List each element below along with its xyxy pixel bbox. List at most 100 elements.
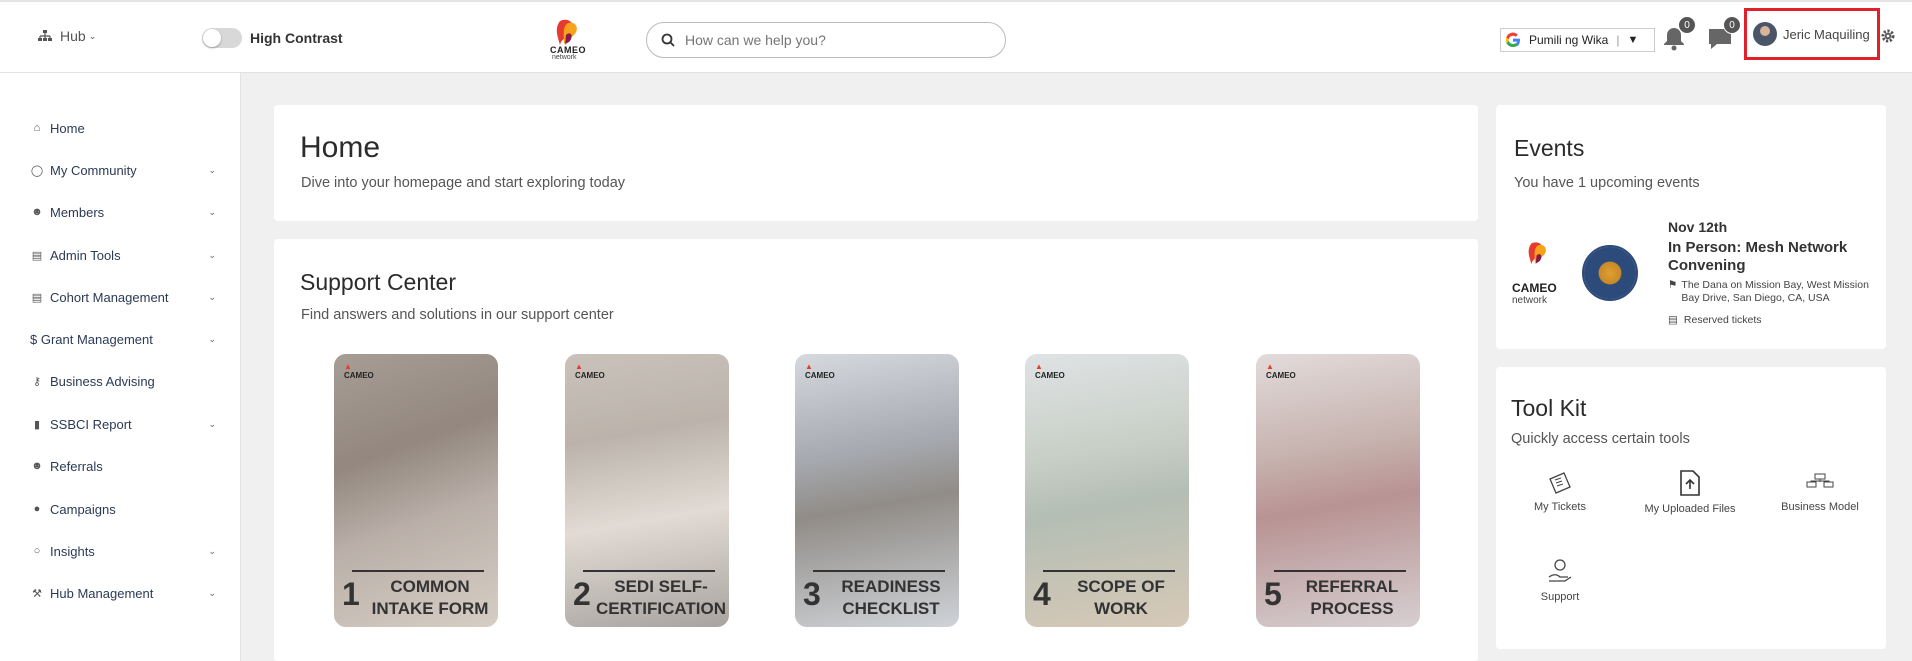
event-location: ⚑ The Dana on Mission Bay, West Mission …	[1668, 279, 1878, 305]
sidebar-item-label: Cohort Management	[50, 289, 169, 305]
admin-icon: ▤	[31, 249, 43, 262]
dropdown-arrow-icon: ▼	[1627, 34, 1639, 46]
event-logo-subtext: network	[1512, 295, 1548, 306]
sidebar-item-cohort-management[interactable]: ▤ Cohort Management ⌄	[30, 286, 216, 308]
home-icon: ⌂	[33, 122, 41, 134]
cameo-logo[interactable]: CAMEO network	[548, 17, 592, 61]
messages-button[interactable]: 0	[1707, 16, 1741, 54]
toolkit-card: Tool Kit Quickly access certain tools My…	[1496, 367, 1886, 649]
sidebar-item-ssbci-report[interactable]: ▮ SSBCI Report ⌄	[30, 413, 216, 435]
avatar	[1753, 22, 1777, 46]
page-title: Home	[300, 131, 381, 164]
map-pin-icon: ⚑	[1668, 279, 1678, 291]
tool-support[interactable]: Support	[1500, 557, 1620, 603]
support-hand-icon	[1548, 559, 1572, 582]
support-tile-scope-of-work[interactable]: ▲ CAMEO 4 SCOPE OF WORK	[1025, 354, 1189, 627]
tile-number: 4	[1033, 576, 1051, 612]
tile-logo: ▲ CAMEO	[805, 362, 835, 380]
sidebar-item-hub-management[interactable]: ⚒ Hub Management ⌄	[30, 582, 216, 604]
sidebar-item-label: Insights	[50, 543, 95, 559]
tile-number: 1	[342, 576, 360, 612]
logo-subtext: network	[552, 54, 577, 61]
notifications-button[interactable]: 0	[1662, 16, 1696, 54]
support-tile-sedi-certification[interactable]: ▲ CAMEO 2 SEDI SELF-CERTIFICATION	[565, 354, 729, 627]
chevron-down-icon: ⌄	[208, 587, 216, 598]
events-title: Events	[1514, 135, 1585, 161]
tile-logo: ▲ CAMEO	[575, 362, 605, 380]
support-tile-intake-form[interactable]: ▲ CAMEO 1 COMMON INTAKE FORM	[334, 354, 498, 627]
sidebar-item-label: Admin Tools	[50, 247, 121, 263]
tile-caption: SEDI SELF-CERTIFICATION	[595, 577, 726, 618]
tool-label: Support	[1540, 591, 1580, 603]
chevron-down-icon: ⌄	[208, 249, 216, 260]
home-card: Home Dive into your homepage and start e…	[274, 105, 1478, 221]
chevron-down-icon: ⌄	[88, 30, 97, 41]
tool-label: Business Model	[1781, 501, 1859, 513]
ticket-icon	[1549, 472, 1571, 494]
sidebar-item-label: Hub Management	[50, 585, 154, 601]
tile-caption: COMMON INTAKE FORM	[371, 577, 489, 618]
sitemap-icon	[38, 30, 52, 41]
community-icon: ◯	[30, 164, 44, 177]
tool-business-model[interactable]: Business Model	[1760, 471, 1880, 513]
chevron-down-icon: ⌄	[208, 206, 216, 217]
sidebar-item-campaigns[interactable]: ● Campaigns	[30, 498, 216, 520]
top-bar: Hub ⌄ High Contrast CAMEO network Pumili…	[0, 0, 1912, 73]
events-card: Events You have 1 upcoming events CAMEO …	[1496, 105, 1886, 349]
gear-icon	[1881, 29, 1895, 43]
sidebar-item-my-community[interactable]: ◯ My Community ⌄	[30, 159, 216, 181]
high-contrast-toggle[interactable]	[202, 28, 242, 48]
sidebar-item-members[interactable]: ☻ Members ⌄	[30, 201, 216, 223]
tile-caption: REFERRAL PROCESS	[1305, 577, 1399, 618]
settings-button[interactable]	[1880, 28, 1896, 49]
notifications-badge: 0	[1678, 16, 1696, 34]
high-contrast-control: High Contrast	[202, 28, 343, 48]
cohort-icon: ▤	[31, 291, 43, 304]
sidebar-item-label: Business Advising	[50, 373, 155, 389]
sidebar-item-label: My Community	[50, 162, 137, 178]
sidebar-item-home[interactable]: ⌂ Home	[30, 117, 216, 139]
support-center-subtitle: Find answers and solutions in our suppor…	[301, 307, 614, 323]
sidebar-item-referrals[interactable]: ☻ Referrals	[30, 455, 216, 477]
event-location-text: The Dana on Mission Bay, West Mission Ba…	[1681, 279, 1869, 304]
sidebar-item-label: Home	[50, 120, 85, 136]
sidebar-item-business-advising[interactable]: ⚷ Business Advising	[30, 370, 216, 392]
tile-logo: ▲ CAMEO	[1266, 362, 1296, 380]
tile-number: 5	[1264, 576, 1282, 612]
tool-label: My Uploaded Files	[1644, 503, 1736, 515]
event-tickets[interactable]: ▤ Reserved tickets	[1668, 314, 1762, 326]
event-cameo-logo: CAMEO network	[1512, 240, 1568, 306]
chevron-down-icon: ⌄	[208, 333, 216, 344]
business-model-icon	[1806, 473, 1834, 488]
event-logo-text: CAMEO	[1512, 281, 1557, 295]
sidebar-item-insights[interactable]: ○ Insights ⌄	[30, 540, 216, 562]
sidebar-item-label: $ Grant Management	[30, 331, 153, 347]
event-title[interactable]: In Person: Mesh Network Convening	[1668, 239, 1868, 275]
sidebar-item-grant-management[interactable]: $ Grant Management ⌄	[30, 328, 216, 350]
sidebar-item-label: SSBCI Report	[50, 416, 132, 432]
support-tile-referral-process[interactable]: ▲ CAMEO 5 REFERRAL PROCESS	[1256, 354, 1420, 627]
lightbulb-icon: ○	[33, 545, 41, 557]
search-input[interactable]	[685, 32, 985, 48]
toolkit-subtitle: Quickly access certain tools	[1511, 431, 1690, 447]
language-select-label: Pumili ng Wika	[1529, 33, 1609, 47]
key-icon: ⚷	[32, 375, 42, 388]
support-tile-readiness-checklist[interactable]: ▲ CAMEO 3 READINESS CHECKLIST	[795, 354, 959, 627]
ticket-icon: ▤	[1668, 314, 1678, 326]
tile-number: 2	[573, 576, 591, 612]
user-menu[interactable]: Jeric Maquiling	[1744, 8, 1880, 60]
tool-my-uploaded-files[interactable]: My Uploaded Files	[1630, 469, 1750, 515]
high-contrast-label: High Contrast	[250, 30, 343, 46]
tile-caption: READINESS CHECKLIST	[841, 577, 941, 618]
sidebar-item-admin-tools[interactable]: ▤ Admin Tools ⌄	[30, 244, 216, 266]
cameo-logo-mark	[1528, 242, 1546, 265]
support-center-title: Support Center	[300, 269, 456, 295]
messages-badge: 0	[1723, 16, 1741, 34]
sidebar: ⌂ Home ◯ My Community ⌄ ☻ Members ⌄ ▤ Ad…	[0, 73, 241, 661]
language-select[interactable]: Pumili ng Wika | ▼	[1500, 28, 1655, 52]
chevron-down-icon: ⌄	[208, 291, 216, 302]
hub-label: Hub	[60, 28, 86, 44]
chevron-down-icon: ⌄	[208, 164, 216, 175]
hub-switcher[interactable]: Hub ⌄	[38, 28, 96, 44]
tool-my-tickets[interactable]: My Tickets	[1500, 471, 1620, 513]
